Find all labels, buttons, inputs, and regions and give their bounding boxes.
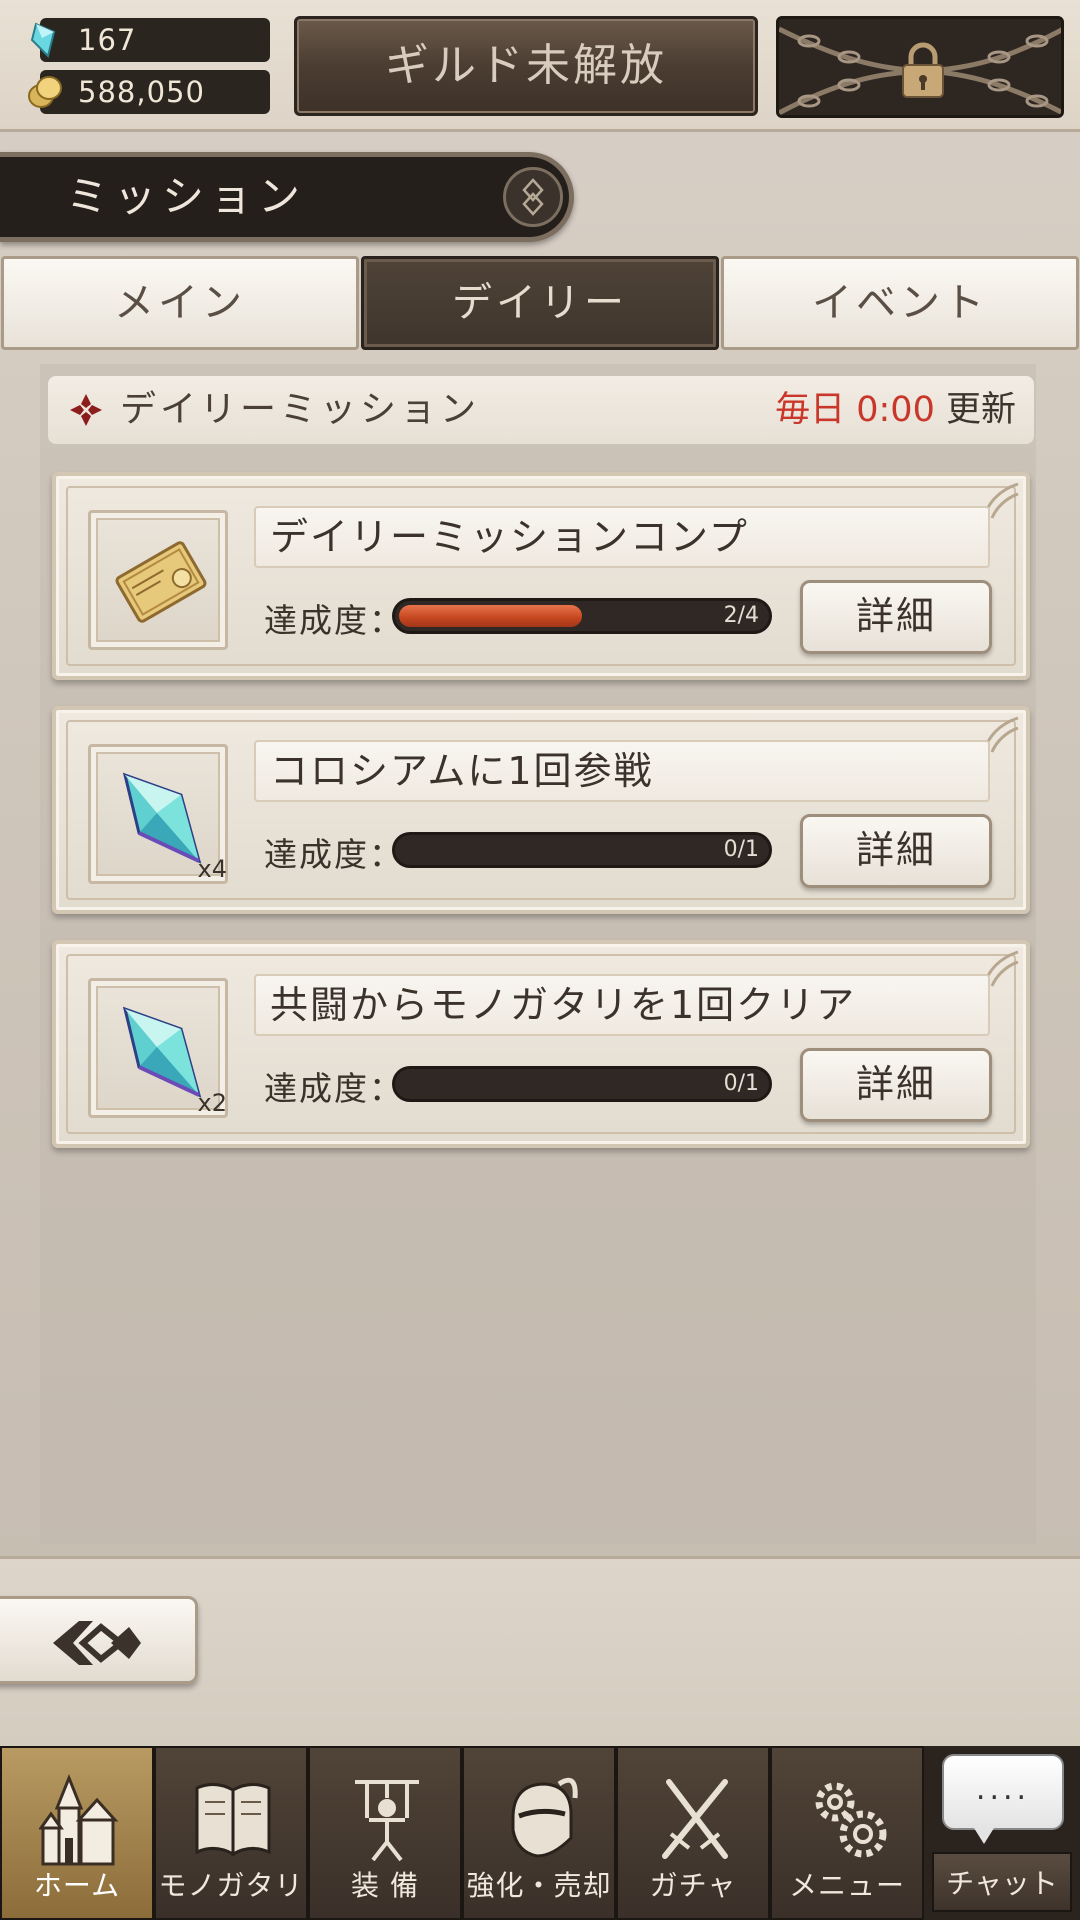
reward-icon-frame: x4: [88, 744, 228, 884]
gold-coin-icon: [28, 76, 62, 108]
back-button[interactable]: [0, 1596, 198, 1684]
bottom-nav: ホーム モノガタリ 装 備 強化・売却 ガチャ メニュー .... チャット: [0, 1746, 1080, 1920]
gold-counter: 588,050: [28, 70, 270, 114]
tab-daily[interactable]: デイリー: [361, 256, 719, 350]
nav-home[interactable]: ホーム: [0, 1746, 154, 1920]
guild-button[interactable]: ギルド未解放: [294, 16, 758, 116]
gem-icon: [30, 22, 56, 58]
detail-button[interactable]: 詳細: [800, 580, 992, 654]
sub-header-title: デイリーミッション: [120, 389, 481, 430]
reset-suffix: 更新: [945, 390, 1016, 430]
progress-bar: 0/1: [392, 1066, 772, 1102]
nav-label: ホーム: [33, 1869, 121, 1902]
reset-time: 0:00: [856, 390, 935, 430]
progress-label: 達成度：: [264, 835, 404, 874]
progress-fill: [399, 605, 582, 627]
nav-label: ガチャ: [649, 1869, 737, 1902]
mission-tabs: メイン デイリー イベント: [0, 256, 1080, 350]
progress-bar: 2/4: [392, 598, 772, 634]
top-bar: 167 588,050 ギルド未解放: [0, 0, 1080, 132]
mission-card: x2 共闘からモノガタリを1回クリア 達成度： 0/1 詳細: [52, 940, 1030, 1148]
swords-icon: [662, 1779, 728, 1859]
progress-text: 0/1: [723, 837, 759, 862]
nav-label: 強化・売却: [466, 1869, 612, 1902]
progress-bar: 0/1: [392, 832, 772, 868]
chat-bubble-icon: ....: [942, 1754, 1064, 1844]
progress-text: 2/4: [723, 603, 759, 628]
nav-monogatari[interactable]: モノガタリ: [154, 1746, 308, 1920]
castle-icon: [39, 1773, 119, 1866]
mission-title: デイリーミッションコンプ: [254, 506, 990, 568]
detail-button[interactable]: 詳細: [800, 814, 992, 888]
mission-title: 共闘からモノガタリを1回クリア: [254, 974, 990, 1036]
ticket-icon: [115, 541, 207, 623]
reward-quantity: x4: [197, 855, 227, 883]
nav-label: 装 備: [351, 1869, 419, 1902]
mission-card: デイリーミッションコンプ 達成度： 2/4 詳細: [52, 472, 1030, 680]
reset-info: 毎日 0:00 更新: [775, 376, 1016, 444]
locked-slot[interactable]: [776, 16, 1064, 118]
gem-count: 167: [78, 23, 137, 57]
nav-menu[interactable]: メニュー: [770, 1746, 924, 1920]
gold-count: 588,050: [78, 75, 205, 109]
tab-main[interactable]: メイン: [1, 256, 359, 350]
book-icon: [195, 1783, 271, 1857]
detail-button[interactable]: 詳細: [800, 1048, 992, 1122]
mission-title: コロシアムに1回参戦: [254, 740, 990, 802]
reward-icon-frame: [88, 510, 228, 650]
section-ornament-icon: [503, 167, 563, 227]
chat-label: チャット: [932, 1852, 1072, 1912]
progress-text: 0/1: [723, 1071, 759, 1096]
mission-card: x4 コロシアムに1回参戦 達成度： 0/1 詳細: [52, 706, 1030, 914]
reset-prefix: 毎日: [775, 390, 846, 430]
back-arrow-icon: [53, 1621, 141, 1665]
reward-quantity: x2: [197, 1089, 227, 1117]
progress-label: 達成度：: [264, 1069, 404, 1108]
nav-label: モノガタリ: [158, 1869, 304, 1902]
reward-icon-frame: x2: [88, 978, 228, 1118]
cross-ornament-icon: [70, 394, 102, 426]
helmet-icon: [511, 1777, 578, 1858]
progress-label: 達成度：: [264, 601, 404, 640]
padlock-icon: [902, 42, 944, 98]
gears-icon: [815, 1782, 887, 1858]
nav-label: メニュー: [788, 1869, 905, 1902]
chat-dots: ....: [975, 1772, 1031, 1807]
puppet-icon: [355, 1780, 419, 1862]
gem-counter: 167: [30, 18, 270, 62]
tab-event[interactable]: イベント: [721, 256, 1079, 350]
nav-upgrade-sell[interactable]: 強化・売却: [462, 1746, 616, 1920]
daily-mission-header: デイリーミッション 毎日 0:00 更新: [48, 376, 1034, 444]
nav-chat[interactable]: .... チャット: [924, 1746, 1080, 1920]
section-header: ミッション: [0, 152, 574, 242]
section-title: ミッション: [66, 172, 307, 221]
nav-gacha[interactable]: ガチャ: [616, 1746, 770, 1920]
nav-equipment[interactable]: 装 備: [308, 1746, 462, 1920]
